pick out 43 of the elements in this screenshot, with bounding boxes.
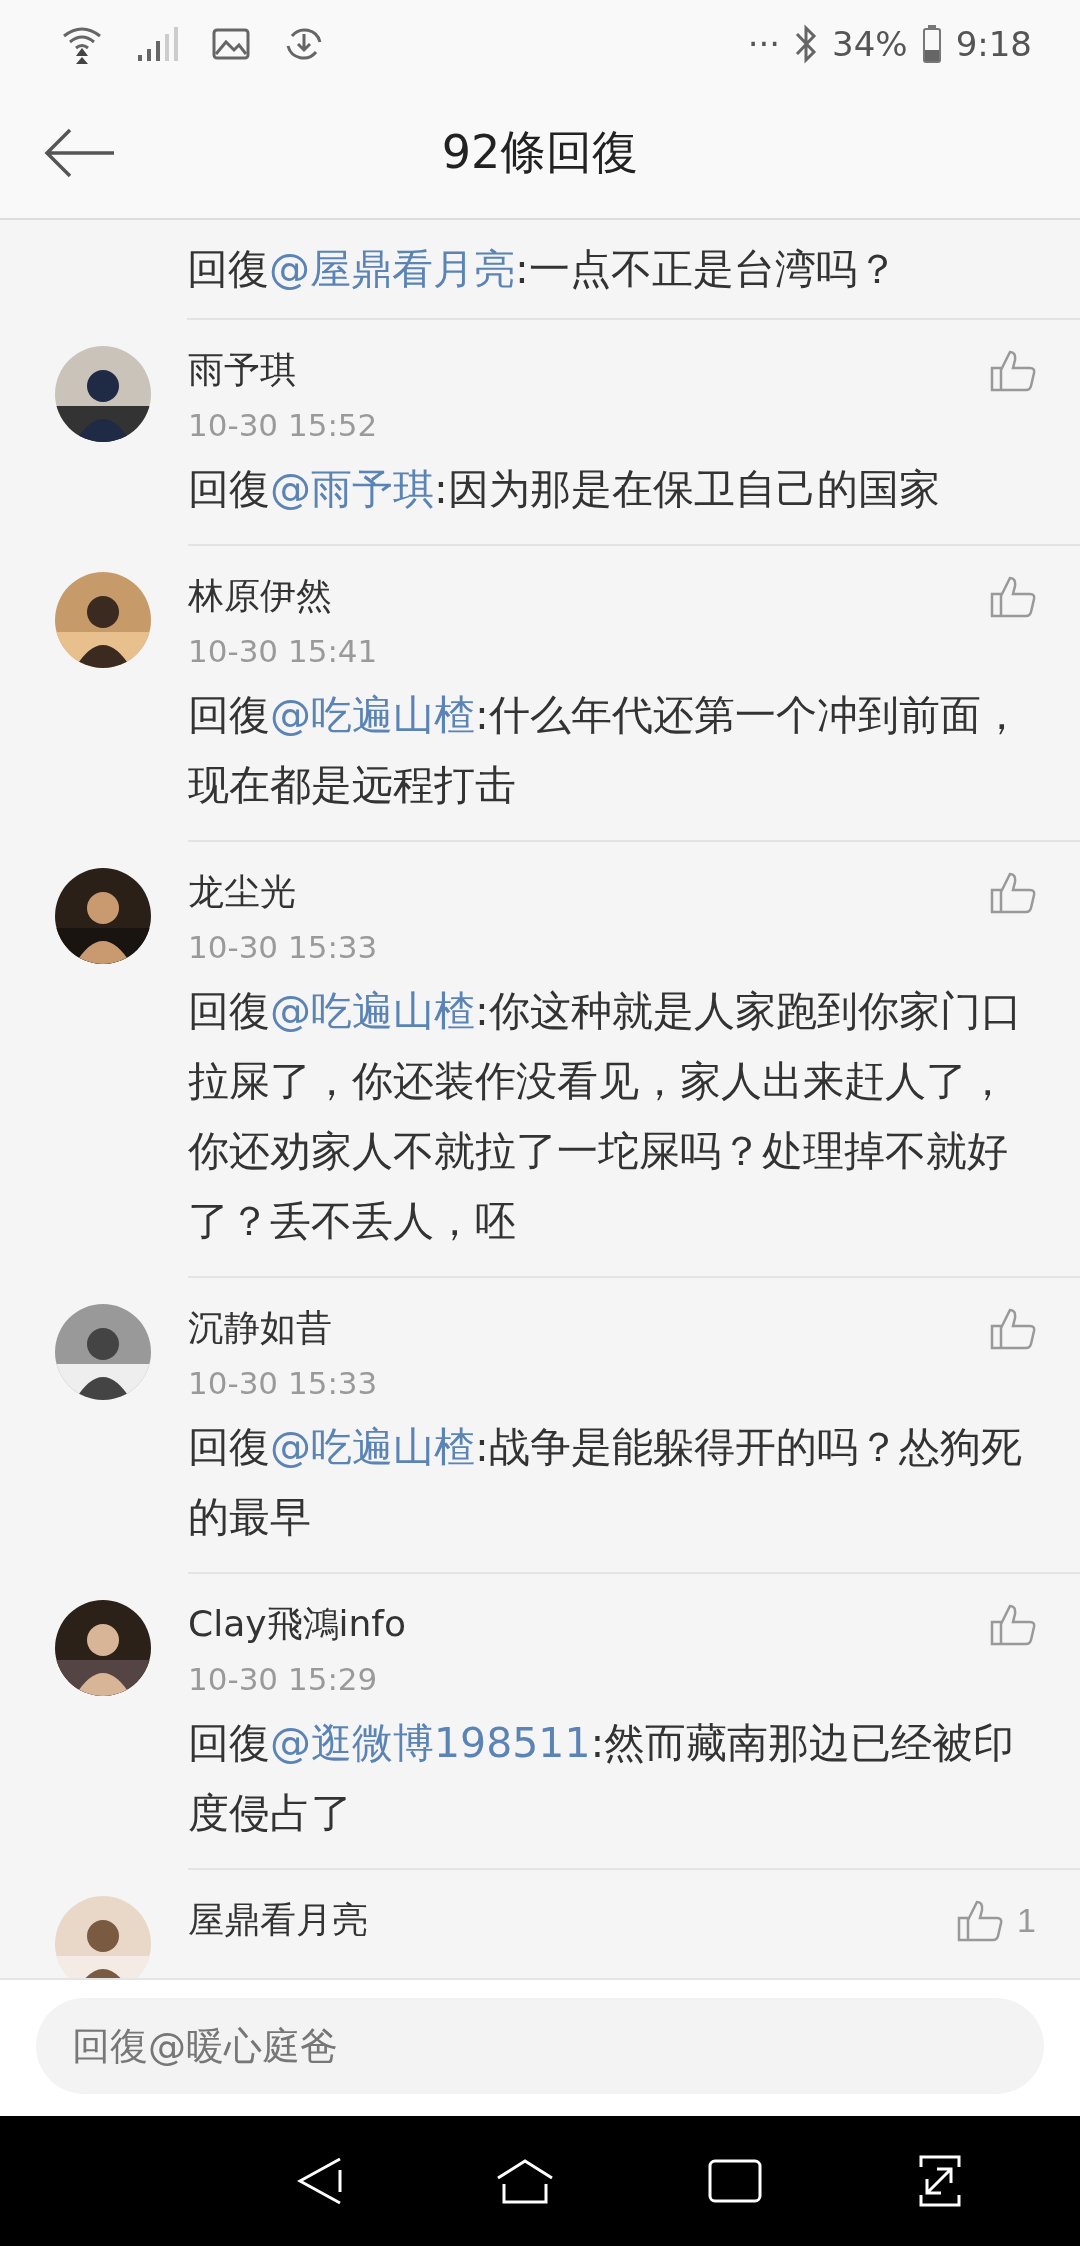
thumbs-up-icon: [990, 1602, 1036, 1646]
mention-link[interactable]: @屋鼎看月亮: [269, 245, 515, 293]
battery-icon: [921, 24, 942, 64]
mention-link[interactable]: @吃遍山楂: [270, 987, 475, 1035]
back-nav-button[interactable]: [296, 2156, 343, 2206]
thumbs-up-icon: [990, 348, 1036, 392]
comment-text: 回復@吃遍山楂:你这种就是人家跑到你家门口拉屎了，你还装作没看见，家人出来赶人了，你还劝家人不就拉了一坨屎吗？处理掉不就好了？丢不丢人，呸: [188, 986, 1023, 1247]
comment-text: 回復@雨予琪:因为那是在保卫自己的国家: [188, 464, 941, 515]
overflow-dots: ···: [747, 24, 781, 64]
mention-link[interactable]: @逛微博198511: [270, 1719, 591, 1767]
user-name[interactable]: 屋鼎看月亮: [188, 1894, 954, 1946]
like-count: 1: [1017, 1900, 1036, 1940]
bluetooth-icon: [794, 24, 819, 64]
reply-input[interactable]: 回復@暖心庭爸: [36, 1998, 1044, 2094]
comment-time: 10-30 15:41: [188, 632, 379, 671]
home-button[interactable]: [496, 2158, 555, 2204]
thumbs-up-icon: [957, 1898, 1004, 1942]
comment-time: 10-30 15:33: [188, 928, 379, 967]
mention-link[interactable]: @吃遍山楂: [270, 691, 475, 739]
battery-percent: 34%: [832, 24, 908, 64]
like-button[interactable]: 1: [953, 1894, 1040, 1946]
user-name[interactable]: 雨予琪: [188, 344, 986, 396]
clock-time: 9:18: [955, 24, 1032, 64]
user-name[interactable]: 沉静如昔: [188, 1302, 986, 1354]
recent-apps-button[interactable]: [707, 2159, 762, 2203]
thumbs-up-icon: [990, 574, 1036, 618]
signal-icon: [138, 27, 178, 61]
mention-link[interactable]: @吃遍山楂: [270, 1423, 475, 1471]
user-name[interactable]: Clay飛鴻info: [188, 1598, 986, 1650]
user-name[interactable]: 龙尘光: [188, 866, 986, 918]
page-title: 92條回復: [440, 124, 640, 181]
comment-time: 10-30 15:33: [188, 1364, 379, 1403]
comment-text: 回復@屋鼎看月亮:一点不正是台湾吗？: [187, 244, 899, 295]
comment-text: 回復@吃遍山楂:战争是能躲得开的吗？怂狗死的最早: [188, 1422, 1023, 1543]
mention-link[interactable]: @雨予琪: [270, 465, 434, 513]
user-name[interactable]: 林原伊然: [188, 570, 986, 622]
image-icon: [212, 28, 250, 60]
thumbs-up-icon: [990, 1306, 1036, 1350]
comment-text: 回復@逛微博198511:然而藏南那边已经被印度侵占了: [188, 1718, 1016, 1839]
thumbs-up-icon: [990, 870, 1036, 914]
comment-time: 10-30 15:52: [188, 406, 379, 445]
comment-text: 回復@吃遍山楂:什么年代还第一个冲到前面，现在都是远程打击: [188, 690, 1023, 811]
comment-time: 10-30 15:29: [188, 1660, 379, 1699]
